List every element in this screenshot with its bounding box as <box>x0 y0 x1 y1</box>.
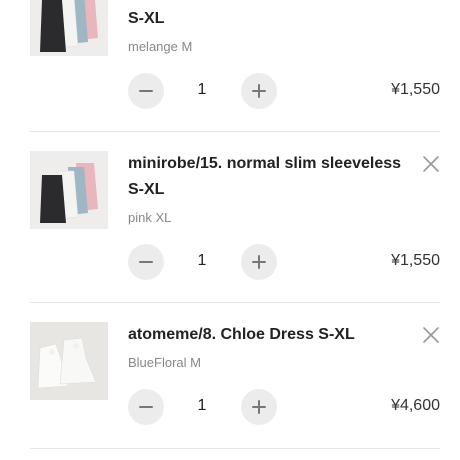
minus-icon <box>139 261 153 263</box>
white-dress-photo-icon <box>30 322 108 400</box>
quantity-value: 1 <box>197 81 207 98</box>
plus-icon <box>252 84 266 98</box>
item-price: ¥4,600 <box>391 397 440 414</box>
product-variant: melange M <box>128 39 193 54</box>
increment-button[interactable] <box>241 389 277 425</box>
product-variant: BlueFloral M <box>128 355 201 370</box>
minus-icon <box>139 406 153 408</box>
product-name[interactable]: S-XL <box>128 6 408 32</box>
minus-icon <box>139 90 153 92</box>
product-thumbnail[interactable] <box>30 0 108 56</box>
item-divider <box>30 448 440 449</box>
product-thumbnail[interactable] <box>30 151 108 229</box>
product-name[interactable]: atomeme/8. Chloe Dress S-XL <box>128 322 408 348</box>
plus-icon <box>252 255 266 269</box>
increment-button[interactable] <box>241 73 277 109</box>
product-name[interactable]: minirobe/15. normal slim sleeveless S-XL <box>128 151 408 203</box>
camisole-set-photo-icon <box>30 151 108 229</box>
product-variant: pink XL <box>128 210 172 225</box>
decrement-button[interactable] <box>128 73 164 109</box>
close-icon <box>423 327 439 343</box>
remove-item-button[interactable] <box>422 326 440 344</box>
camisole-set-photo-icon <box>30 0 108 56</box>
increment-button[interactable] <box>241 244 277 280</box>
quantity-value: 1 <box>197 397 207 414</box>
product-thumbnail[interactable] <box>30 322 108 400</box>
remove-item-button[interactable] <box>422 155 440 173</box>
decrement-button[interactable] <box>128 244 164 280</box>
item-divider <box>30 131 440 132</box>
close-icon <box>423 156 439 172</box>
decrement-button[interactable] <box>128 389 164 425</box>
quantity-value: 1 <box>197 252 207 269</box>
item-divider <box>30 302 440 303</box>
plus-icon <box>252 400 266 414</box>
item-price: ¥1,550 <box>391 252 440 269</box>
item-price: ¥1,550 <box>391 81 440 98</box>
